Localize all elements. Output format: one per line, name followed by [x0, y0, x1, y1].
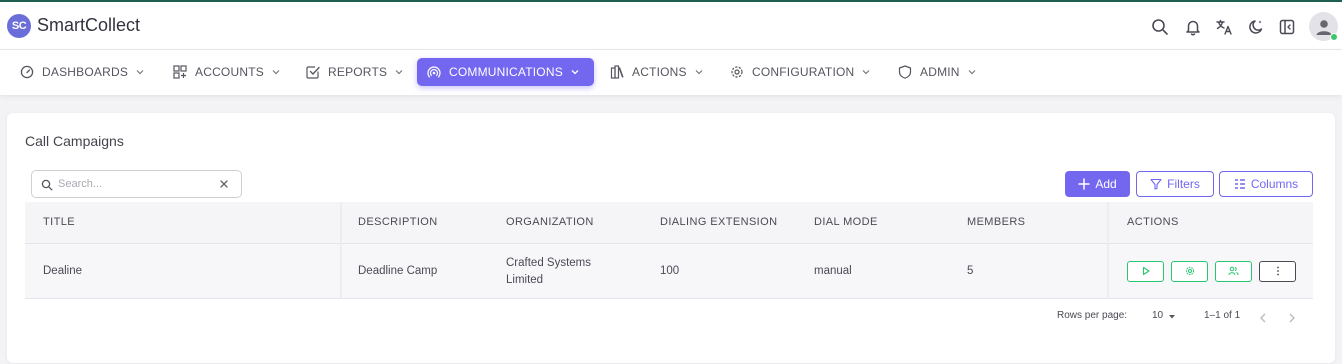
app-brand-name[interactable]: SmartCollect — [37, 15, 140, 36]
call-campaigns-card: Call Campaigns Add Filters Columns TITLE… — [7, 113, 1335, 363]
dark-mode-icon[interactable] — [1245, 16, 1267, 38]
nav-item-actions[interactable]: ACTIONS — [600, 58, 714, 86]
chevron-down-icon — [570, 67, 580, 77]
search-icon[interactable] — [1149, 16, 1171, 38]
chevron-down-icon — [271, 67, 281, 77]
search-icon — [41, 178, 53, 191]
clear-search-icon[interactable] — [218, 178, 230, 190]
search-input[interactable] — [58, 176, 208, 192]
columns-icon — [1234, 178, 1246, 190]
more-vertical-icon — [1276, 263, 1280, 281]
shield-icon — [898, 65, 912, 79]
nav-item-accounts[interactable]: ACCOUNTS — [163, 58, 291, 86]
chevron-down-icon — [394, 67, 404, 77]
add-button[interactable]: Add — [1065, 171, 1130, 197]
column-header-description[interactable]: DESCRIPTION — [358, 216, 438, 228]
table-row[interactable]: Dealine Deadline Camp Crafted Systems Li… — [25, 244, 1313, 299]
gear-icon — [1185, 263, 1195, 281]
chevron-down-icon — [135, 67, 145, 77]
column-divider — [340, 202, 342, 299]
checkbox-icon — [306, 65, 320, 79]
previous-page-icon[interactable] — [1258, 312, 1268, 324]
column-header-dial-mode[interactable]: DIAL MODE — [814, 216, 878, 228]
column-header-members[interactable]: MEMBERS — [967, 216, 1025, 228]
cell-dial-mode: manual — [814, 265, 852, 277]
table-header: TITLE DESCRIPTION ORGANIZATION DIALING E… — [25, 202, 1313, 244]
column-header-organization[interactable]: ORGANIZATION — [506, 216, 594, 228]
columns-button[interactable]: Columns — [1219, 171, 1313, 197]
nav-item-admin[interactable]: ADMIN — [888, 58, 987, 86]
translate-icon[interactable] — [1213, 16, 1235, 38]
cell-organization-line1: Crafted Systems — [506, 257, 591, 269]
nav-item-communications[interactable]: COMMUNICATIONS — [417, 58, 594, 86]
gear-icon — [730, 65, 744, 79]
rows-per-page-select[interactable]: 10 — [1152, 310, 1163, 321]
plus-icon — [1078, 178, 1091, 190]
filters-button[interactable]: Filters — [1136, 171, 1214, 197]
columns-button-label: Columns — [1250, 177, 1299, 191]
column-divider — [1107, 202, 1109, 299]
nav-item-label: ACCOUNTS — [195, 65, 264, 79]
online-status-dot — [1330, 33, 1338, 41]
nav-item-label: CONFIGURATION — [752, 65, 855, 79]
filters-button-label: Filters — [1167, 177, 1200, 191]
main-nav: DASHBOARDS ACCOUNTS REPORTS COMMUNICATIO… — [0, 50, 1342, 95]
column-header-dialing-extension[interactable]: DIALING EXTENSION — [660, 216, 777, 228]
next-page-icon[interactable] — [1287, 312, 1297, 324]
chevron-down-icon — [694, 67, 704, 77]
chevron-down-icon — [967, 67, 977, 77]
members-button[interactable] — [1215, 261, 1252, 282]
filter-icon — [1150, 178, 1162, 190]
cell-members: 5 — [967, 265, 974, 277]
nav-item-label: ACTIONS — [632, 65, 687, 79]
cell-description: Deadline Camp — [358, 265, 438, 277]
nav-item-label: DASHBOARDS — [42, 65, 129, 79]
nav-item-label: REPORTS — [328, 65, 388, 79]
users-icon — [1228, 263, 1239, 281]
broadcast-icon — [427, 65, 441, 79]
column-header-title[interactable]: TITLE — [43, 216, 75, 228]
grid-plus-icon — [173, 65, 187, 79]
app-logo[interactable]: SC — [7, 14, 31, 38]
bell-icon[interactable] — [1182, 16, 1204, 38]
column-header-actions: ACTIONS — [1127, 216, 1179, 228]
nav-item-label: ADMIN — [920, 65, 960, 79]
collapse-sidebar-icon[interactable] — [1276, 16, 1298, 38]
add-button-label: Add — [1095, 177, 1117, 191]
nav-item-configuration[interactable]: CONFIGURATION — [720, 58, 881, 86]
search-box — [31, 170, 242, 198]
nav-item-dashboards[interactable]: DASHBOARDS — [10, 58, 155, 86]
page-title: Call Campaigns — [25, 133, 124, 149]
books-icon — [610, 65, 624, 79]
nav-item-reports[interactable]: REPORTS — [296, 58, 414, 86]
caret-down-icon[interactable] — [1168, 312, 1176, 323]
chevron-down-icon — [861, 67, 871, 77]
cell-title: Dealine — [43, 265, 82, 277]
more-options-button[interactable] — [1259, 261, 1296, 282]
top-bar: SC SmartCollect — [0, 0, 1342, 50]
pagination-range: 1–1 of 1 — [1204, 310, 1241, 321]
rows-per-page-label: Rows per page: — [1057, 310, 1128, 321]
gauge-icon — [20, 65, 34, 79]
nav-item-label: COMMUNICATIONS — [449, 65, 563, 79]
settings-button[interactable] — [1171, 261, 1208, 282]
cell-dialing-extension: 100 — [660, 265, 680, 277]
start-campaign-button[interactable] — [1127, 261, 1164, 282]
cell-organization-line2: Limited — [506, 274, 544, 286]
play-icon — [1141, 263, 1151, 281]
